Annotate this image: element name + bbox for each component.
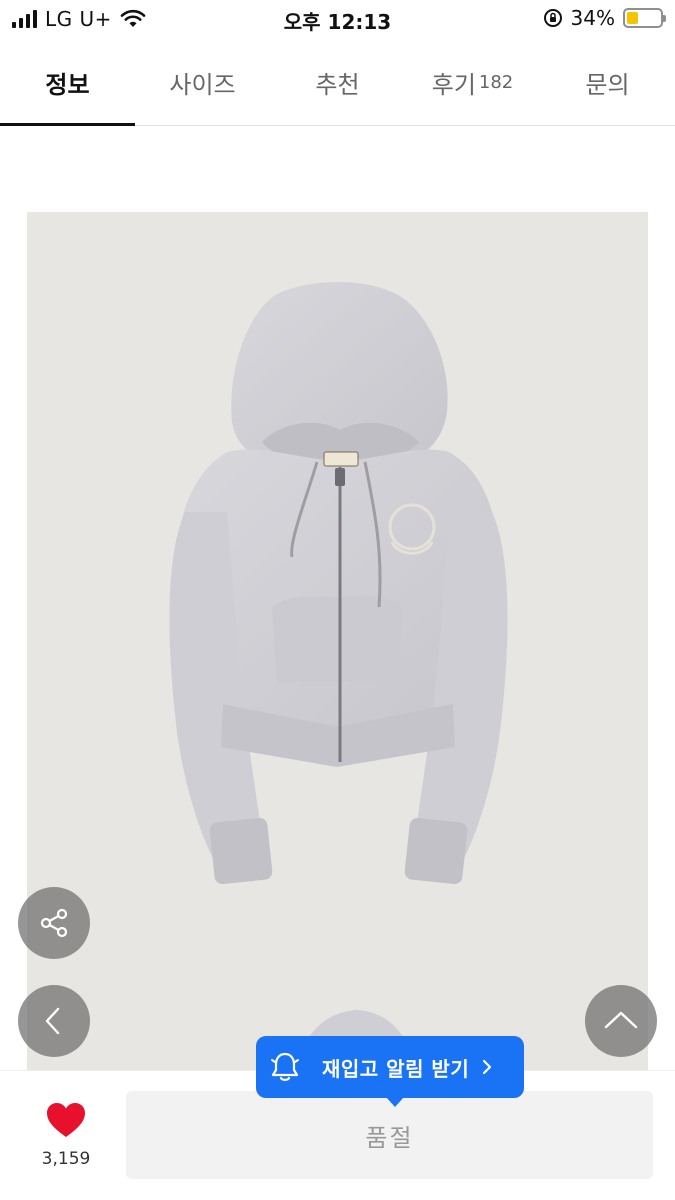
chevron-right-icon bbox=[483, 1059, 492, 1075]
like-button[interactable]: 3,159 bbox=[28, 1101, 104, 1169]
hoodie-illustration bbox=[169, 282, 508, 1072]
tab-inquiry[interactable]: 문의 bbox=[540, 40, 675, 125]
review-count: 182 bbox=[478, 72, 514, 93]
like-count: 3,159 bbox=[41, 1149, 91, 1169]
restock-label: 재입고 알림 받기 bbox=[322, 1056, 470, 1081]
bell-icon bbox=[271, 1052, 299, 1081]
previous-image-button[interactable] bbox=[18, 985, 90, 1057]
soldout-label: 품절 bbox=[365, 1123, 414, 1152]
tab-label: 문의 bbox=[585, 71, 630, 99]
tab-label: 사이즈 bbox=[169, 71, 236, 99]
battery-percent: 34% bbox=[570, 6, 615, 30]
tab-recommend[interactable]: 추천 bbox=[270, 40, 405, 125]
tab-size[interactable]: 사이즈 bbox=[135, 40, 270, 125]
product-image[interactable] bbox=[27, 212, 648, 1072]
tab-reviews[interactable]: 후기 182 bbox=[405, 40, 540, 125]
battery-icon bbox=[623, 8, 666, 28]
tab-info[interactable]: 정보 bbox=[0, 40, 135, 126]
share-button[interactable] bbox=[18, 887, 90, 959]
wifi-icon bbox=[120, 9, 146, 27]
heart-icon bbox=[47, 1103, 85, 1137]
tab-label: 추천 bbox=[315, 71, 360, 99]
status-bar: LG U+ 오후 12:13 34% bbox=[0, 0, 675, 40]
chevron-left-icon bbox=[45, 1007, 60, 1035]
tab-label: 정보 bbox=[45, 71, 90, 99]
tab-bar: 정보 사이즈 추천 후기 182 문의 bbox=[0, 40, 675, 126]
chevron-up-icon bbox=[604, 1011, 638, 1029]
tab-label: 후기 bbox=[431, 71, 476, 99]
share-icon bbox=[40, 908, 68, 938]
battery-level bbox=[627, 12, 638, 24]
carrier-label: LG U+ bbox=[45, 7, 112, 31]
status-left: LG U+ bbox=[12, 7, 146, 31]
status-right: 34% bbox=[543, 6, 666, 30]
scroll-top-button[interactable] bbox=[585, 985, 657, 1057]
orientation-lock-icon bbox=[543, 9, 562, 27]
restock-alert-button[interactable]: 재입고 알림 받기 bbox=[256, 1036, 524, 1107]
signal-icon bbox=[12, 10, 37, 28]
